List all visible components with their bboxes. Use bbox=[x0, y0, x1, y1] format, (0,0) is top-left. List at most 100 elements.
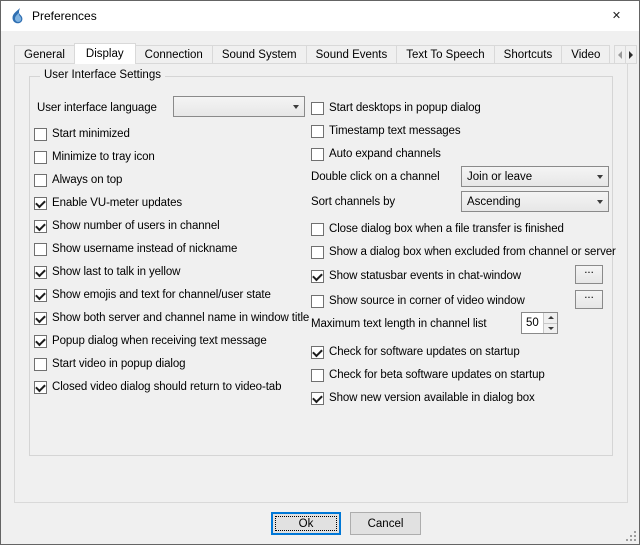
checkbox bbox=[34, 358, 47, 371]
check-show-source-video-window[interactable]: Show source in corner of video window bbox=[311, 293, 525, 309]
statusbar-events-browse-button[interactable]: ... bbox=[575, 265, 603, 284]
checkbox bbox=[34, 312, 47, 325]
tab-sound-system[interactable]: Sound System bbox=[212, 45, 307, 63]
tab-label: Display bbox=[86, 48, 124, 60]
tab-sound-events[interactable]: Sound Events bbox=[306, 45, 398, 63]
checkbox bbox=[34, 243, 47, 256]
combobox-value: Ascending bbox=[467, 196, 521, 208]
checkbox-label: Show new version available in dialog box bbox=[329, 392, 535, 404]
sort-channels-combobox[interactable]: Ascending bbox=[461, 191, 609, 212]
tab-video[interactable]: Video bbox=[561, 45, 610, 63]
language-combobox[interactable] bbox=[173, 96, 305, 117]
checkbox bbox=[311, 270, 324, 283]
check-show-last-to-talk-in-yellow[interactable]: Show last to talk in yellow bbox=[34, 264, 180, 280]
tab-general[interactable]: General bbox=[14, 45, 75, 63]
checkbox bbox=[311, 346, 324, 359]
check-close-dialog-file-transfer[interactable]: Close dialog box when a file transfer is… bbox=[311, 221, 564, 237]
check-show-statusbar-events[interactable]: Show statusbar events in chat-window bbox=[311, 268, 521, 284]
sort-channels-label: Sort channels by bbox=[311, 195, 395, 209]
close-icon: ✕ bbox=[612, 9, 621, 22]
checkbox-label: Closed video dialog should return to vid… bbox=[52, 381, 281, 393]
tab-label: General bbox=[24, 49, 65, 61]
tab-label: Connection bbox=[145, 49, 203, 61]
arrow-right-icon bbox=[629, 51, 633, 59]
check-minimize-to-tray-icon[interactable]: Minimize to tray icon bbox=[34, 149, 155, 165]
checkbox-label: Show emojis and text for channel/user st… bbox=[52, 289, 271, 301]
checkbox-label: Show number of users in channel bbox=[52, 220, 220, 232]
checkbox bbox=[34, 381, 47, 394]
tab-scroll-right-button[interactable] bbox=[625, 45, 637, 64]
arrow-up-icon bbox=[548, 316, 554, 319]
language-label: User interface language bbox=[37, 101, 157, 115]
check-software-updates[interactable]: Check for software updates on startup bbox=[311, 344, 520, 360]
checkbox-label: Show last to talk in yellow bbox=[52, 266, 180, 278]
double-click-label: Double click on a channel bbox=[311, 170, 440, 184]
double-click-combobox[interactable]: Join or leave bbox=[461, 166, 609, 187]
max-text-length-label: Maximum text length in channel list bbox=[311, 317, 486, 331]
cancel-button[interactable]: Cancel bbox=[350, 512, 421, 535]
checkbox bbox=[311, 125, 324, 138]
checkbox-label: Always on top bbox=[52, 174, 122, 186]
check-show-server-and-channel-in-title[interactable]: Show both server and channel name in win… bbox=[34, 310, 309, 326]
arrow-left-icon bbox=[618, 51, 622, 59]
check-closed-video-return-to-tab[interactable]: Closed video dialog should return to vid… bbox=[34, 379, 281, 395]
cancel-button-label: Cancel bbox=[368, 518, 404, 530]
check-show-new-version[interactable]: Show new version available in dialog box bbox=[311, 390, 535, 406]
video-source-browse-button[interactable]: ... bbox=[575, 290, 603, 309]
ok-button[interactable]: Ok bbox=[271, 512, 341, 535]
checkbox-label: Start video in popup dialog bbox=[52, 358, 185, 370]
checkbox-label: Close dialog box when a file transfer is… bbox=[329, 223, 564, 235]
check-auto-expand-channels[interactable]: Auto expand channels bbox=[311, 146, 441, 162]
checkbox-label: Popup dialog when receiving text message bbox=[52, 335, 267, 347]
close-button[interactable]: ✕ bbox=[594, 1, 639, 30]
checkbox-label: Show a dialog box when excluded from cha… bbox=[329, 246, 616, 258]
check-start-minimized[interactable]: Start minimized bbox=[34, 126, 130, 142]
checkbox-label: Show username instead of nickname bbox=[52, 243, 237, 255]
resize-grip[interactable] bbox=[625, 530, 637, 542]
tab-scrollers bbox=[614, 45, 636, 64]
tab-text-to-speech[interactable]: Text To Speech bbox=[396, 45, 494, 63]
chevron-down-icon bbox=[591, 167, 608, 186]
check-show-dialog-excluded[interactable]: Show a dialog box when excluded from cha… bbox=[311, 244, 616, 260]
checkbox bbox=[311, 392, 324, 405]
checkbox-label: Check for software updates on startup bbox=[329, 346, 520, 358]
check-start-video-in-popup[interactable]: Start video in popup dialog bbox=[34, 356, 185, 372]
check-show-number-of-users[interactable]: Show number of users in channel bbox=[34, 218, 220, 234]
app-icon bbox=[10, 8, 26, 24]
check-enable-vu-meter-updates[interactable]: Enable VU-meter updates bbox=[34, 195, 182, 211]
checkbox-label: Show statusbar events in chat-window bbox=[329, 270, 521, 282]
checkbox-label: Auto expand channels bbox=[329, 148, 441, 160]
tab-display[interactable]: Display bbox=[74, 43, 136, 64]
spin-down-button[interactable] bbox=[544, 324, 557, 334]
titlebar[interactable]: Preferences ✕ bbox=[1, 1, 639, 31]
tab-label: Sound Events bbox=[316, 49, 388, 61]
tab-connection[interactable]: Connection bbox=[135, 45, 213, 63]
check-beta-updates[interactable]: Check for beta software updates on start… bbox=[311, 367, 545, 383]
checkbox bbox=[311, 102, 324, 115]
checkbox bbox=[311, 246, 324, 259]
tab-label: Shortcuts bbox=[504, 49, 553, 61]
checkbox-label: Start minimized bbox=[52, 128, 130, 140]
checkbox bbox=[311, 295, 324, 308]
spin-up-button[interactable] bbox=[544, 313, 557, 324]
check-popup-dialog-text-message[interactable]: Popup dialog when receiving text message bbox=[34, 333, 267, 349]
max-text-length-spinner[interactable]: 50 bbox=[521, 312, 558, 334]
tab-label: Text To Speech bbox=[406, 49, 484, 61]
tab-shortcuts[interactable]: Shortcuts bbox=[494, 45, 563, 63]
checkbox bbox=[311, 223, 324, 236]
check-timestamp-text-messages[interactable]: Timestamp text messages bbox=[311, 123, 460, 139]
combobox-value: Join or leave bbox=[467, 171, 532, 183]
check-show-emojis-and-text[interactable]: Show emojis and text for channel/user st… bbox=[34, 287, 271, 303]
ok-button-label: Ok bbox=[299, 518, 314, 530]
check-always-on-top[interactable]: Always on top bbox=[34, 172, 122, 188]
check-start-desktops-in-popup[interactable]: Start desktops in popup dialog bbox=[311, 100, 481, 116]
checkbox-label: Timestamp text messages bbox=[329, 125, 460, 137]
spinner-buttons bbox=[543, 313, 557, 333]
checkbox bbox=[34, 128, 47, 141]
checkbox bbox=[34, 289, 47, 302]
checkbox-label: Show both server and channel name in win… bbox=[52, 312, 309, 324]
checkbox-label: Enable VU-meter updates bbox=[52, 197, 182, 209]
check-show-username-instead-of-nickname[interactable]: Show username instead of nickname bbox=[34, 241, 237, 257]
chevron-down-icon bbox=[591, 192, 608, 211]
checkbox bbox=[34, 220, 47, 233]
